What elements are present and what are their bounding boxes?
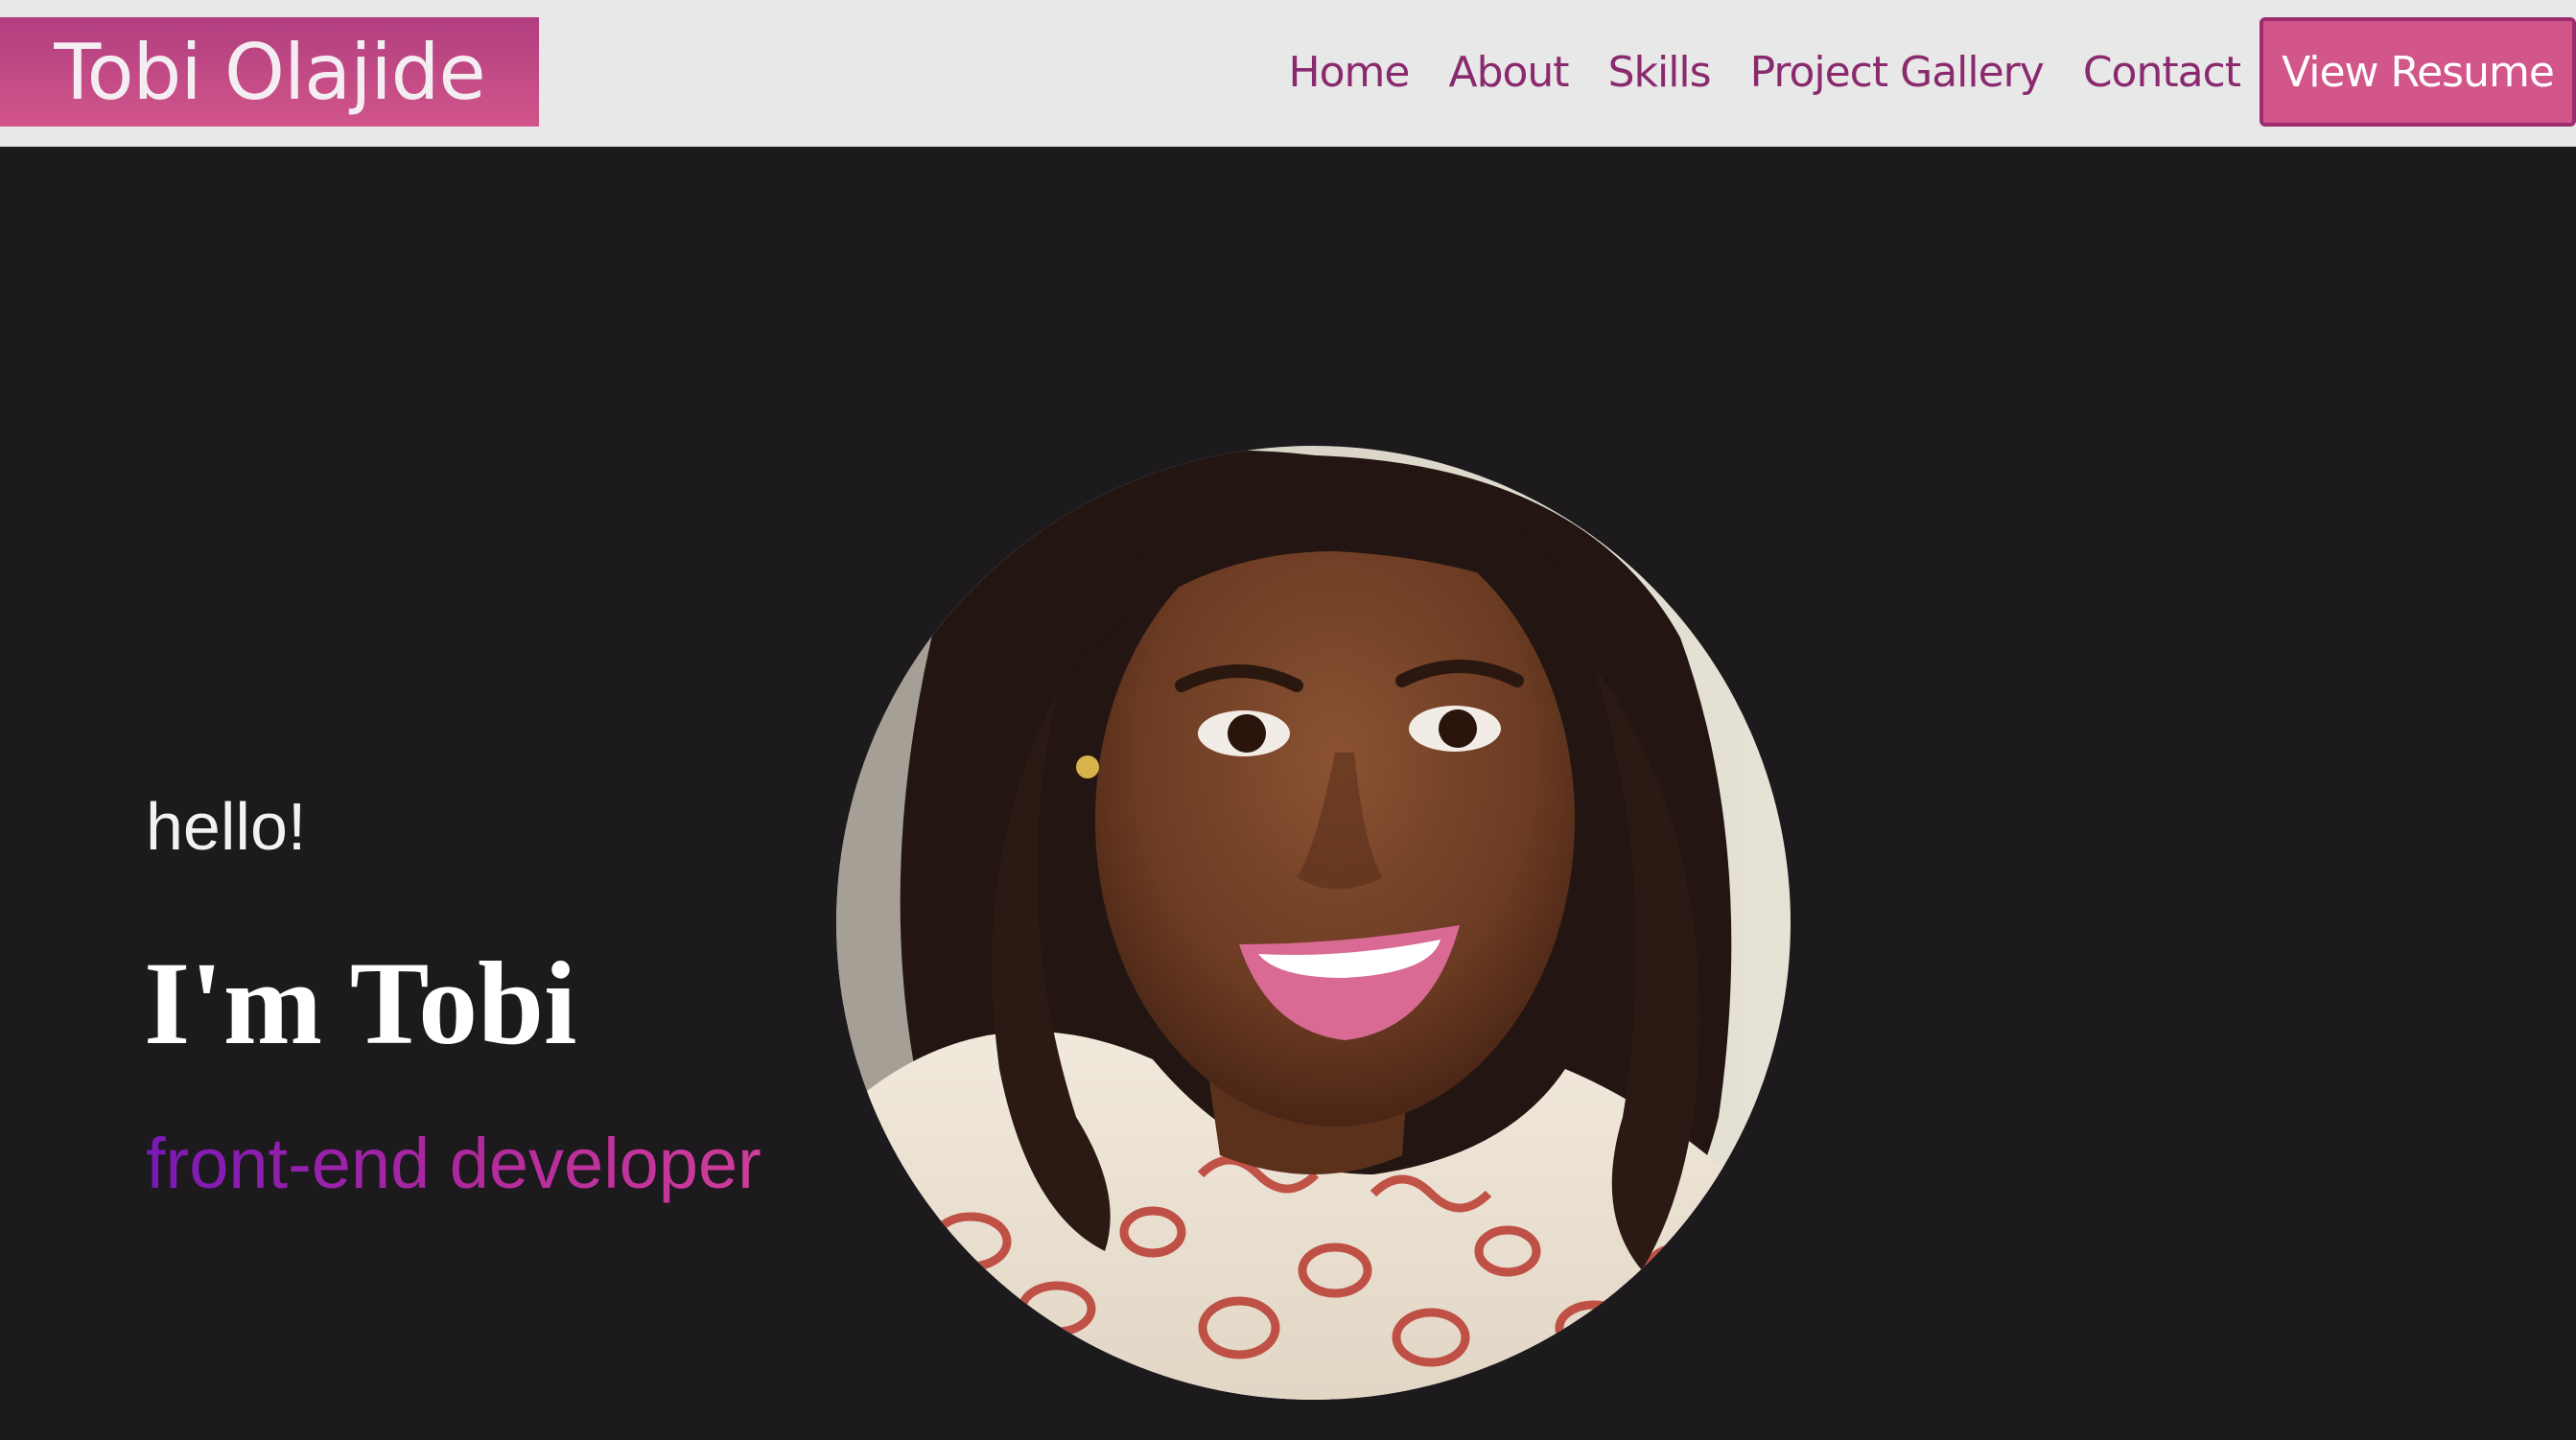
nav-menu: Home About Skills Project Gallery Contac…	[1289, 17, 2576, 127]
nav-link-skills[interactable]: Skills	[1608, 48, 1712, 97]
hero-greeting: hello!	[146, 789, 307, 864]
profile-photo-icon	[836, 446, 1791, 1400]
nav-link-about[interactable]: About	[1448, 48, 1569, 97]
brand-logo-link[interactable]: Tobi Olajide	[0, 17, 539, 127]
nav-link-project-gallery[interactable]: Project Gallery	[1750, 48, 2045, 97]
hero-section: hello! I'm Tobi front-end developer	[0, 147, 2576, 1440]
profile-photo	[836, 446, 1791, 1400]
nav-link-home[interactable]: Home	[1289, 48, 1411, 97]
top-navbar: Tobi Olajide Home About Skills Project G…	[0, 0, 2576, 147]
view-resume-button[interactable]: View Resume	[2260, 17, 2576, 127]
nav-link-contact[interactable]: Contact	[2083, 48, 2241, 97]
hero-headline: I'm Tobi	[144, 938, 577, 1069]
hero-role: front-end developer	[146, 1124, 761, 1203]
brand-name: Tobi Olajide	[54, 27, 485, 117]
